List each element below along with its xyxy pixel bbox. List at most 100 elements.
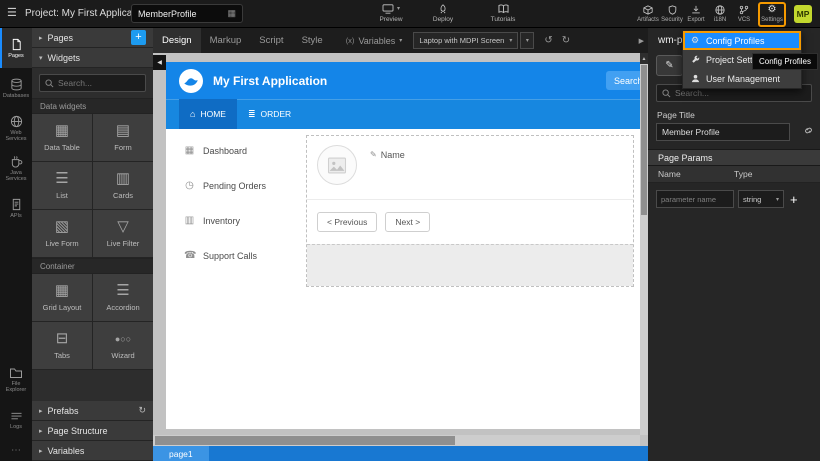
tool-label: Artifacts <box>637 17 659 23</box>
vertical-scrollbar[interactable]: ▲ <box>640 53 648 435</box>
settings-button[interactable]: ⚙ Settings <box>758 2 786 27</box>
refresh-icon[interactable]: ↻ <box>138 405 146 416</box>
artifacts-button[interactable]: Artifacts <box>636 2 660 23</box>
widget-live-filter[interactable]: ▽Live Filter <box>93 210 153 257</box>
hamburger-menu-icon[interactable]: ☰ <box>7 7 17 19</box>
widget-label: Accordion <box>106 303 139 312</box>
canvas-toolbar: Design Markup Script Style (x) Variables… <box>153 28 648 53</box>
param-name-input[interactable] <box>656 190 734 208</box>
pages-grid-icon[interactable]: ▦ <box>227 8 236 19</box>
page1-tab[interactable]: page1 <box>153 446 209 461</box>
deploy-button[interactable]: Deploy <box>420 3 466 23</box>
variables-dropdown[interactable]: (x) Variables ▾ <box>346 36 403 46</box>
widgets-section-header[interactable]: ▾ Widgets <box>32 48 153 68</box>
pencil-icon: ✎ <box>665 60 673 71</box>
widget-grid-layout[interactable]: ▦Grid Layout <box>32 274 92 321</box>
rail-item-java-services[interactable]: Java Services <box>0 148 32 188</box>
page-structure-section-header[interactable]: ▸ Page Structure <box>32 421 153 441</box>
preview-label: Preview <box>379 16 402 23</box>
properties-search-input[interactable] <box>675 88 806 98</box>
tutorials-button[interactable]: Tutorials <box>480 3 526 23</box>
undo-icon[interactable]: ↺ <box>544 35 552 46</box>
next-button[interactable]: Next > <box>385 212 430 232</box>
widget-tabs[interactable]: ⊟Tabs <box>32 322 92 369</box>
preview-caret-icon[interactable]: ▾ <box>397 5 400 12</box>
rail-item-databases[interactable]: Databases <box>0 68 32 108</box>
param-type-select[interactable]: string ▾ <box>738 190 784 208</box>
expand-panel-icon[interactable]: ▶ <box>639 37 644 45</box>
tab-design[interactable]: Design <box>153 28 201 53</box>
sidenav-item-pending-orders[interactable]: ◷Pending Orders <box>184 180 294 191</box>
add-param-button[interactable]: + <box>790 193 798 206</box>
widget-list[interactable]: ☰List <box>32 162 92 209</box>
design-canvas: Design Markup Script Style (x) Variables… <box>153 28 648 461</box>
security-button[interactable]: Security <box>660 2 684 23</box>
param-type-value: string <box>743 195 761 204</box>
previous-button[interactable]: < Previous <box>317 212 377 232</box>
widget-wizard[interactable]: ●○○Wizard <box>93 322 153 369</box>
database-icon <box>10 78 23 91</box>
widget-label: Live Form <box>45 239 78 248</box>
i18n-button[interactable]: i18N <box>708 2 732 23</box>
pages-section-header[interactable]: ▸ Pages + <box>32 28 153 48</box>
chevron-down-icon: ▾ <box>526 37 529 44</box>
chevron-down-icon: ▾ <box>399 37 402 44</box>
chevron-down-icon: ▾ <box>776 196 779 203</box>
rail-label: Databases <box>3 93 29 99</box>
sidenav-item-dashboard[interactable]: ▦Dashboard <box>184 145 294 156</box>
user-avatar[interactable]: MP <box>794 5 812 23</box>
bind-link-icon[interactable] <box>803 125 814 136</box>
project-name: Project: My First Application <box>25 8 148 19</box>
widget-search[interactable] <box>39 74 146 92</box>
prefabs-section-header[interactable]: ▸ Prefabs ↻ <box>32 401 153 421</box>
rail-item-apis[interactable]: APIs <box>0 188 32 228</box>
vcs-button[interactable]: VCS <box>732 2 756 23</box>
rail-spacer <box>0 228 32 360</box>
nav-item-home[interactable]: ⌂ HOME <box>179 99 237 129</box>
app-search-button[interactable]: Search <box>606 71 640 90</box>
list-item[interactable]: ✎ Name <box>307 136 633 200</box>
widget-cards[interactable]: ▥Cards <box>93 162 153 209</box>
nav-item-order[interactable]: ≣ ORDER <box>237 99 302 129</box>
collapse-left-panel-button[interactable]: ◀ <box>153 55 166 70</box>
topbar-tools: Artifacts Security Export i18N VCS ⚙ Set… <box>636 2 786 27</box>
scroll-up-icon[interactable]: ▲ <box>640 53 648 64</box>
pagination: < Previous Next > <box>307 200 633 244</box>
horizontal-scrollbar[interactable] <box>153 435 640 446</box>
preview-button[interactable]: ▾ Preview <box>368 3 414 23</box>
data-widgets-subheader: Data widgets <box>32 98 153 114</box>
tab-style[interactable]: Style <box>293 28 332 53</box>
widget-form[interactable]: ▤Form <box>93 114 153 161</box>
rail-item-web-services[interactable]: Web Services <box>0 108 32 148</box>
list-widget-container[interactable]: ✎ Name < Previous Next > <box>306 135 634 287</box>
widget-search-input[interactable] <box>58 78 140 88</box>
add-page-button[interactable]: + <box>131 30 146 45</box>
folder-icon <box>9 367 23 379</box>
widget-live-form[interactable]: ▧Live Form <box>32 210 92 257</box>
device-select[interactable]: Laptop with MDPI Screen ▾ <box>413 32 518 49</box>
export-button[interactable]: Export <box>684 2 708 23</box>
rail-item-pages[interactable]: Pages <box>0 28 32 68</box>
empty-drop-zone[interactable] <box>307 244 633 286</box>
sidenav-item-support-calls[interactable]: ☎Support Calls <box>184 250 294 261</box>
variables-section-header[interactable]: ▸ Variables <box>32 441 153 461</box>
widget-data-table[interactable]: ▦Data Table <box>32 114 92 161</box>
open-page-tab[interactable]: MemberProfile ▦ <box>131 4 243 23</box>
redo-icon[interactable]: ↻ <box>562 35 570 46</box>
menu-item-user-management[interactable]: User Management <box>683 69 801 88</box>
vertical-scroll-thumb[interactable] <box>641 65 647 215</box>
rail-item-file-explorer[interactable]: File Explorer <box>0 360 32 400</box>
rail-more-button[interactable]: ⋯ <box>0 440 32 461</box>
menu-item-config-profiles[interactable]: ⚙ Config Profiles <box>683 31 801 50</box>
edit-page-button[interactable]: ✎ <box>656 55 683 76</box>
tab-script[interactable]: Script <box>250 28 292 53</box>
canvas-body: ◀ My First Application Search ⌂ HOME ≣ O… <box>153 53 648 461</box>
rail-item-logs[interactable]: Logs <box>0 400 32 440</box>
java-cup-icon <box>10 155 23 168</box>
page-title-input[interactable] <box>656 123 790 141</box>
zoom-dropdown[interactable]: ▾ <box>520 32 534 49</box>
tab-markup[interactable]: Markup <box>201 28 251 53</box>
sidenav-item-inventory[interactable]: ▥Inventory <box>184 215 294 226</box>
horizontal-scroll-thumb[interactable] <box>155 436 455 445</box>
widget-accordion[interactable]: ☰Accordion <box>93 274 153 321</box>
